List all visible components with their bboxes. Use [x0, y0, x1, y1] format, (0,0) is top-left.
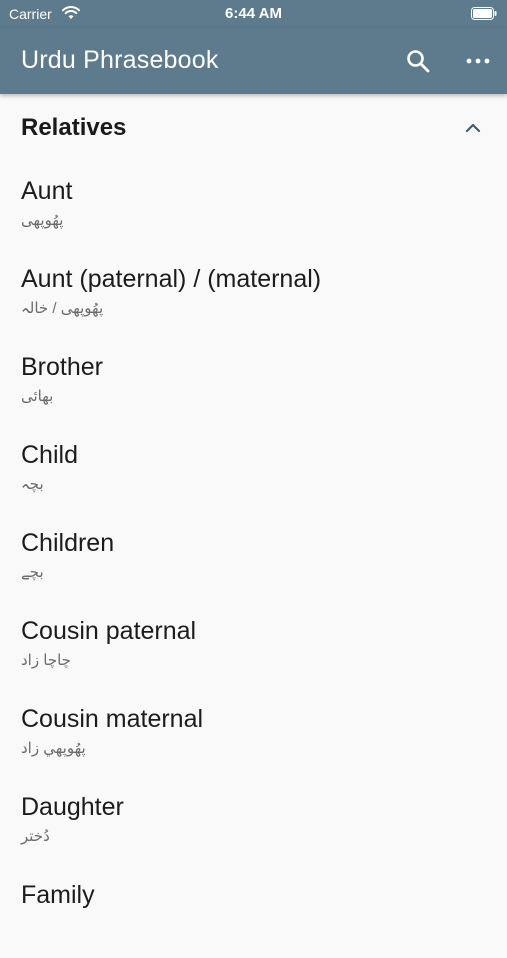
phrase-english: Cousin paternal — [21, 617, 197, 645]
search-icon[interactable] — [404, 47, 432, 75]
phrase-urdu: پھُوپھی / خالہ — [21, 300, 104, 317]
phrase-urdu: بھائی — [21, 388, 54, 405]
phrase-english: Child — [21, 441, 78, 469]
phrase-urdu: بچہ — [21, 476, 44, 493]
list-item[interactable]: Child بچہ — [0, 430, 507, 518]
phrase-urdu: پھُوپھي زاد — [21, 740, 86, 757]
phrase-urdu: چاچا زاد — [21, 652, 71, 669]
battery-icon — [471, 7, 497, 20]
list-item[interactable]: Family — [0, 870, 507, 958]
phrase-english: Cousin maternal — [21, 705, 204, 733]
phrase-english: Daughter — [21, 793, 124, 821]
phrase-english: Brother — [21, 353, 103, 381]
status-bar: Carrier 6:44 AM — [0, 0, 507, 28]
list-item[interactable]: Aunt (paternal) / (maternal) پھُوپھی / خ… — [0, 254, 507, 342]
phrase-list: Aunt پھُوپھی Aunt (paternal) / (maternal… — [0, 166, 507, 958]
more-horizontal-icon[interactable] — [464, 47, 492, 75]
list-item[interactable]: Children بچے — [0, 518, 507, 606]
phrase-english: Aunt — [21, 177, 73, 205]
section-title: Relatives — [21, 114, 127, 141]
list-item[interactable]: Cousin paternal چاچا زاد — [0, 606, 507, 694]
list-item[interactable]: Daughter دُختر — [0, 782, 507, 870]
app-title: Urdu Phrasebook — [21, 46, 219, 74]
phrase-urdu: دُختر — [21, 828, 50, 845]
list-item[interactable]: Cousin maternal پھُوپھي زاد — [0, 694, 507, 782]
section-header-relatives[interactable]: Relatives — [0, 94, 507, 160]
phrase-english: Family — [21, 881, 95, 909]
phrase-english: Children — [21, 529, 115, 557]
phrase-urdu: بچے — [21, 564, 44, 581]
list-item[interactable]: Aunt پھُوپھی — [0, 166, 507, 254]
phrase-urdu: پھُوپھی — [21, 212, 64, 229]
chevron-up-icon[interactable] — [461, 116, 485, 140]
clock: 6:44 AM — [225, 5, 282, 22]
phrase-english: Aunt (paternal) / (maternal) — [21, 265, 322, 293]
list-item[interactable]: Brother بھائی — [0, 342, 507, 430]
app-bar: Urdu Phrasebook — [0, 28, 507, 94]
